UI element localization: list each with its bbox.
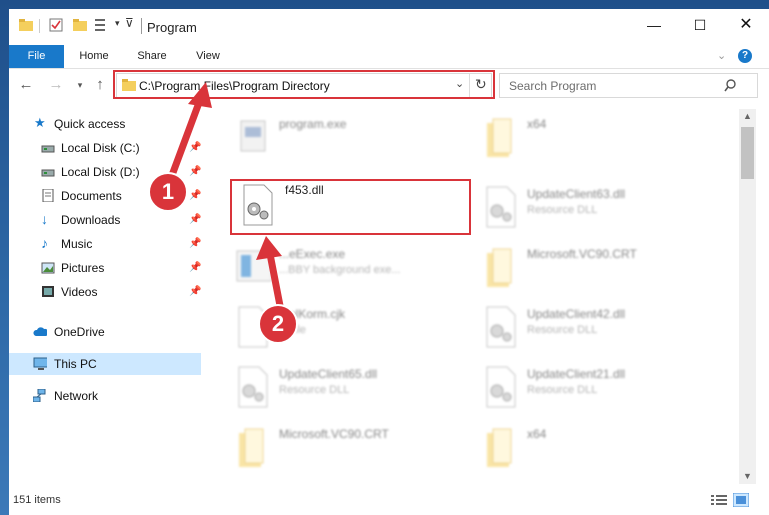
callout-badge-2: 2 bbox=[258, 304, 298, 344]
callout-badge-1: 1 bbox=[148, 172, 188, 212]
annotation-arrows bbox=[164, 82, 286, 320]
